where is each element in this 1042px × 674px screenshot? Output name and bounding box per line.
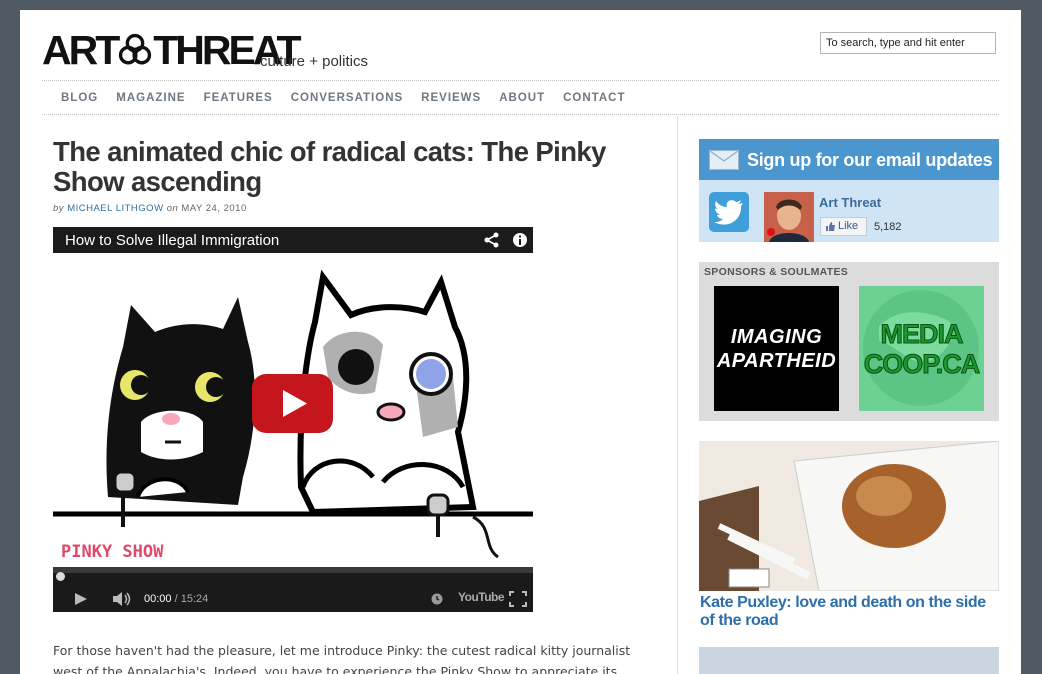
- column-divider: [677, 116, 678, 674]
- nav-item-about[interactable]: ABOUT: [499, 92, 545, 104]
- byline-on: on: [166, 203, 179, 214]
- sponsors-widget: SPONSORS & SOULMATES IMAGING APARTHEID M…: [699, 262, 999, 421]
- sponsor2-line1: MEDIA: [880, 319, 964, 350]
- logo-text-left: ART: [42, 27, 120, 73]
- video-progress-bar[interactable]: [53, 567, 533, 573]
- article-byline: by MICHAEL LITHGOW on MAY 24, 2010: [53, 203, 247, 214]
- sponsor-imaging-apartheid[interactable]: IMAGING APARTHEID: [714, 286, 839, 411]
- sponsor1-line2: APARTHEID: [716, 350, 837, 372]
- article-date: MAY 24, 2010: [181, 203, 247, 214]
- sponsor1-line1: IMAGING: [730, 326, 823, 348]
- envelope-icon: [709, 150, 739, 170]
- play-icon[interactable]: [73, 592, 89, 606]
- page: ART THREAT culture + politics To search,…: [20, 10, 1021, 674]
- twitter-button[interactable]: [709, 192, 749, 232]
- feature-caption-link[interactable]: Kate Puxley: love and death on the side …: [700, 594, 998, 630]
- avatar[interactable]: [764, 192, 814, 242]
- signup-widget: Sign up for our email updates Art Threat…: [699, 139, 999, 242]
- video-player[interactable]: PINKY SHOW How to Solve Illegal Immigrat…: [53, 227, 533, 612]
- like-label: Like: [838, 220, 859, 232]
- video-time: 00:00 / 15:24: [144, 593, 208, 605]
- nav-item-contact[interactable]: CONTACT: [563, 92, 625, 104]
- facebook-page-name[interactable]: Art Threat: [819, 195, 881, 210]
- main-nav: BLOG MAGAZINE FEATURES CONVERSATIONS REV…: [61, 92, 643, 104]
- time-separator: /: [174, 593, 178, 605]
- video-title[interactable]: How to Solve Illegal Immigration: [65, 232, 279, 249]
- feature-image[interactable]: [699, 441, 999, 591]
- total-time: 15:24: [180, 593, 209, 605]
- sponsor-media-coop[interactable]: MEDIA COOP.CA: [859, 286, 984, 411]
- author-link[interactable]: MICHAEL LITHGOW: [67, 203, 163, 214]
- article-body: For those haven't had the pleasure, let …: [53, 643, 631, 674]
- volume-icon[interactable]: [111, 591, 133, 607]
- pinky-show-watermark: PINKY SHOW: [61, 542, 164, 562]
- email-signup-link[interactable]: Sign up for our email updates: [699, 139, 999, 180]
- video-title-bar: How to Solve Illegal Immigration: [53, 227, 533, 253]
- share-icon[interactable]: [483, 231, 501, 249]
- youtube-logo[interactable]: YouTube: [458, 590, 505, 604]
- like-count: 5,182: [874, 221, 902, 233]
- nav-item-conversations[interactable]: CONVERSATIONS: [291, 92, 403, 104]
- search-input[interactable]: To search, type and hit enter: [820, 32, 996, 54]
- nav-item-features[interactable]: FEATURES: [204, 92, 273, 104]
- fullscreen-icon[interactable]: [509, 591, 527, 607]
- site-tagline: culture + politics: [260, 53, 368, 70]
- sponsors-heading: SPONSORS & SOULMATES: [704, 266, 849, 278]
- twitter-bird-icon: [714, 200, 743, 225]
- nav-item-reviews[interactable]: REVIEWS: [421, 92, 481, 104]
- clock-icon[interactable]: [431, 593, 443, 605]
- nav-item-blog[interactable]: BLOG: [61, 92, 98, 104]
- biohazard-icon: [119, 33, 152, 65]
- article-title[interactable]: The animated chic of radical cats: The P…: [53, 137, 653, 197]
- nav-divider: [42, 114, 999, 115]
- header-divider: [42, 80, 999, 81]
- signup-text: Sign up for our email updates: [747, 150, 993, 170]
- next-feature-image[interactable]: [699, 647, 999, 674]
- info-icon[interactable]: [511, 231, 529, 249]
- byline-by: by: [53, 203, 65, 214]
- facebook-like-button[interactable]: Like: [820, 217, 867, 236]
- progress-handle[interactable]: [56, 572, 65, 581]
- thumbs-up-icon: [826, 222, 835, 231]
- play-button[interactable]: [252, 374, 333, 433]
- sponsor2-line2: COOP.CA: [863, 349, 981, 380]
- current-time: 00:00: [144, 593, 172, 605]
- nav-item-magazine[interactable]: MAGAZINE: [116, 92, 185, 104]
